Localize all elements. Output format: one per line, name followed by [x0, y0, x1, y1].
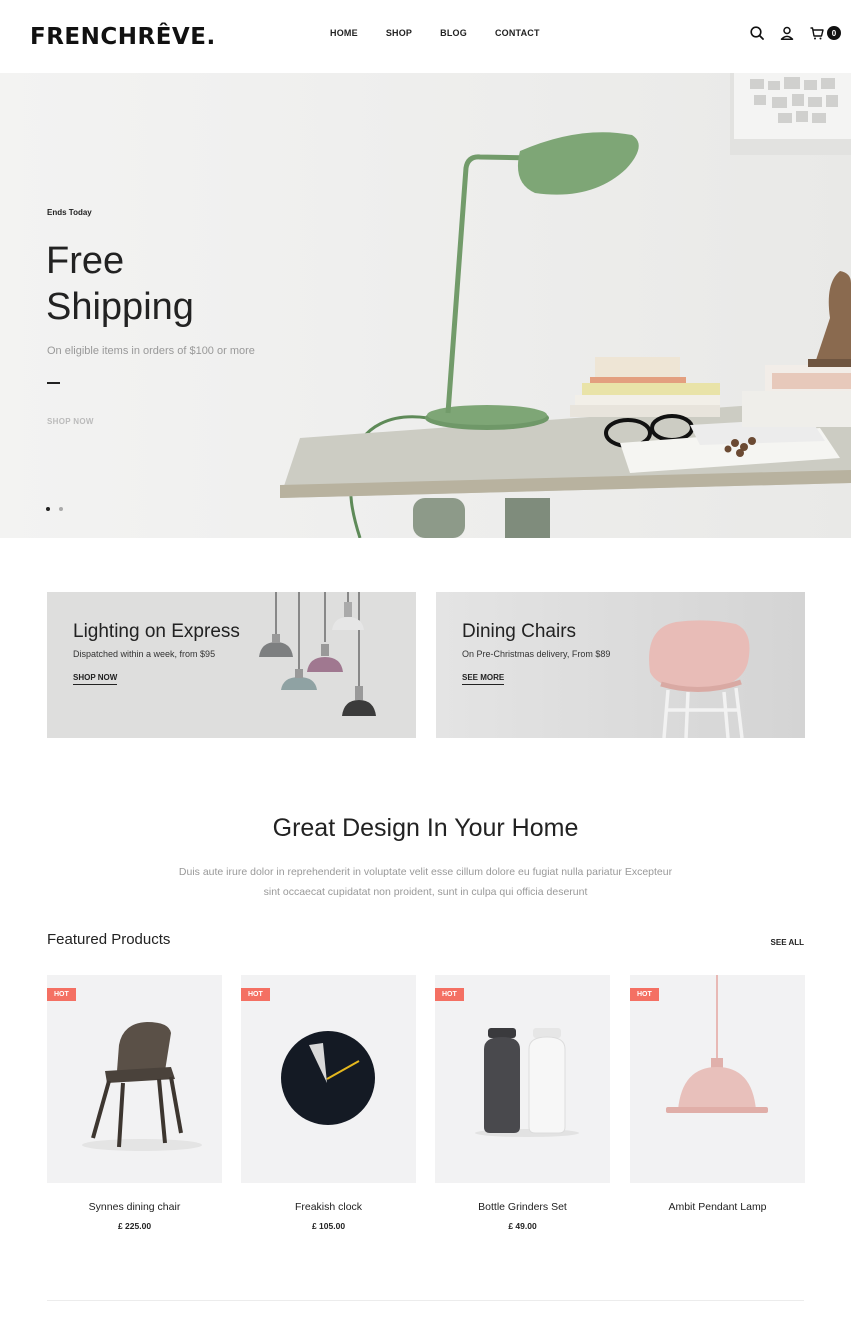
featured-products-heading: Featured Products	[47, 931, 171, 948]
slider-dots	[46, 507, 63, 511]
dining-chair-image	[82, 1022, 202, 1151]
slider-dot-2[interactable]	[59, 507, 63, 511]
product-image[interactable]: HOT	[241, 975, 416, 1183]
see-all-link[interactable]: SEE ALL	[771, 938, 804, 947]
pendant-lamp-image	[666, 975, 768, 1113]
user-icon[interactable]	[779, 25, 795, 41]
promo-shop-now-link[interactable]: SHOP NOW	[73, 673, 118, 685]
cart-icon[interactable]: 0	[809, 25, 841, 41]
product-card[interactable]: HOT Ambit Pendant Lamp	[630, 975, 805, 1221]
promo-subtitle: On Pre-Christmas delivery, From $89	[462, 649, 611, 659]
promo-title: Dining Chairs	[462, 621, 577, 642]
product-card[interactable]: HOT Synnes dining chair £ 225.00	[47, 975, 222, 1231]
product-name[interactable]: Ambit Pendant Lamp	[630, 1201, 805, 1213]
product-image[interactable]: HOT	[47, 975, 222, 1183]
hero-title-line1: Free	[46, 240, 125, 282]
hero-title: Free Shipping	[46, 238, 194, 330]
hero-shop-now-link[interactable]: SHOP NOW	[47, 417, 94, 426]
cart-count-badge: 0	[827, 26, 841, 40]
product-image[interactable]: HOT	[630, 975, 805, 1183]
product-name[interactable]: Synnes dining chair	[47, 1201, 222, 1213]
hot-badge: HOT	[435, 988, 464, 1001]
promo-subtitle: Dispatched within a week, from $95	[73, 649, 216, 659]
hero-slider: Ends Today Free Shipping On eligible ite…	[0, 73, 851, 538]
product-name[interactable]: Freakish clock	[241, 1201, 416, 1213]
product-price: £ 105.00	[311, 1221, 346, 1231]
hot-badge: HOT	[630, 988, 659, 1001]
header-icons: 0	[735, 25, 841, 41]
hot-badge: HOT	[47, 988, 76, 1001]
section-description: Duis aute irure dolor in reprehenderit i…	[178, 866, 673, 898]
bottle-grinders-image	[475, 1028, 579, 1137]
nav-shop[interactable]: SHOP	[386, 28, 412, 38]
hero-subtitle: On eligible items in orders of $100 or m…	[47, 345, 255, 357]
product-price: £ 225.00	[117, 1221, 152, 1231]
promo-title: Lighting on Express	[73, 621, 240, 642]
hero-title-line2: Shipping	[46, 286, 194, 328]
hero-divider	[47, 382, 60, 384]
product-image[interactable]: HOT	[435, 975, 610, 1183]
pink-chair-image	[649, 620, 750, 738]
nav-contact[interactable]: CONTACT	[495, 28, 540, 38]
main-nav: HOME SHOP BLOG CONTACT	[330, 28, 568, 38]
site-logo[interactable]: FRENCHRÊVE.	[30, 24, 216, 50]
hero-eyebrow: Ends Today	[47, 208, 92, 217]
product-card[interactable]: HOT Freakish clock £ 105.00	[241, 975, 416, 1231]
clock-image	[281, 1031, 375, 1125]
section-title: Great Design In Your Home	[272, 814, 579, 842]
product-name[interactable]: Bottle Grinders Set	[435, 1201, 610, 1213]
nav-home[interactable]: HOME	[330, 28, 358, 38]
hot-badge: HOT	[241, 988, 270, 1001]
promo-see-more-link[interactable]: SEE MORE	[462, 673, 505, 685]
product-price: £ 49.00	[508, 1221, 537, 1231]
promo-banner-dining-chairs[interactable]: Dining Chairs On Pre-Christmas delivery,…	[436, 592, 805, 738]
slider-dot-1[interactable]	[46, 507, 50, 511]
pendant-lamps-image	[259, 592, 376, 716]
nav-blog[interactable]: BLOG	[440, 28, 467, 38]
product-card[interactable]: HOT Bottle Grinders Set £ 49.00	[435, 975, 610, 1231]
promo-banner-lighting[interactable]: Lighting on Express Dispatched within a …	[47, 592, 416, 738]
section-divider	[47, 1300, 804, 1301]
search-icon[interactable]	[749, 25, 765, 41]
site-header: FRENCHRÊVE. HOME SHOP BLOG CONTACT 0	[0, 0, 851, 73]
